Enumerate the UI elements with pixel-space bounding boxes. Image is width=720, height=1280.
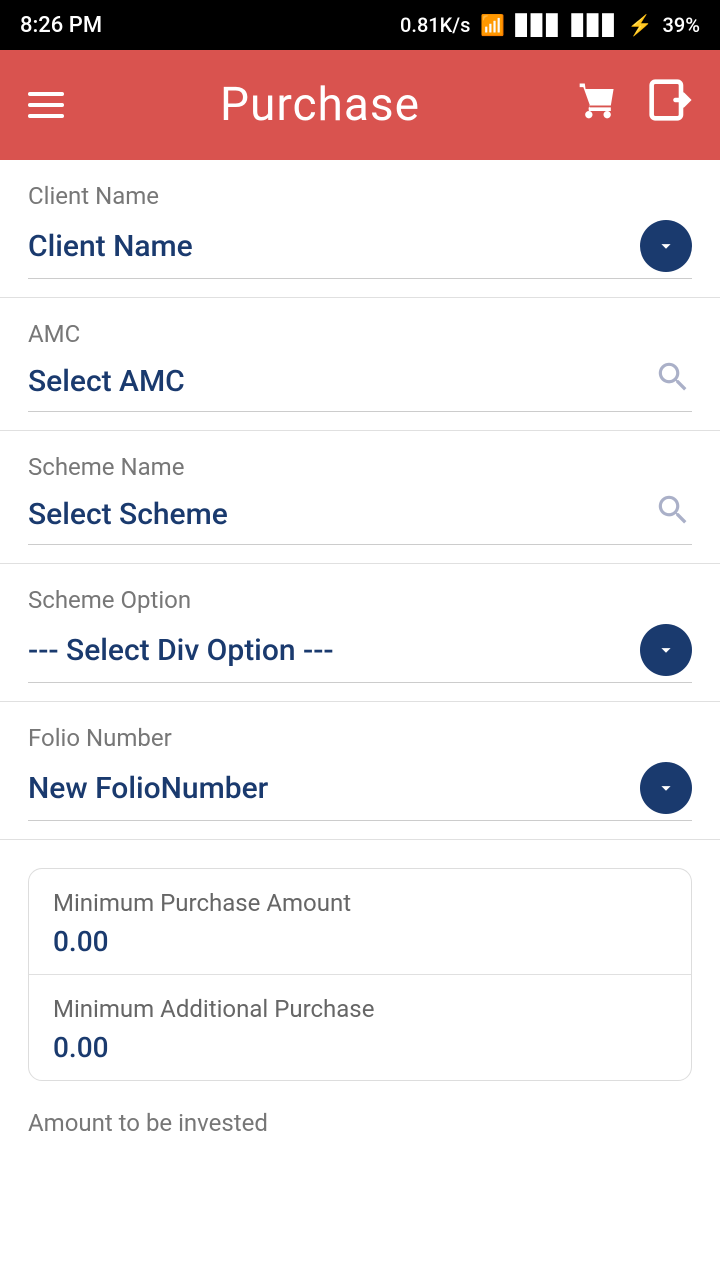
signal-icon-2: ▊▊▊ (571, 13, 617, 37)
scheme-search-button[interactable] (654, 491, 692, 538)
min-purchase-label: Minimum Purchase Amount (53, 889, 667, 917)
amc-section: AMC Select AMC (0, 298, 720, 431)
scheme-option-section: Scheme Option --- Select Div Option --- (0, 564, 720, 702)
cart-icon (576, 78, 620, 122)
amount-section: Amount to be invested (0, 1081, 720, 1147)
client-name-dropdown[interactable] (640, 220, 692, 272)
chevron-down-icon-3 (655, 777, 677, 799)
scheme-name-row: Select Scheme (28, 491, 692, 545)
min-purchase-row: Minimum Purchase Amount 0.00 (29, 869, 691, 974)
amc-placeholder[interactable]: Select AMC (28, 364, 185, 399)
time-display: 8:26 PM (20, 13, 102, 38)
purchase-info-card: Minimum Purchase Amount 0.00 Minimum Add… (28, 868, 692, 1081)
amc-search-button[interactable] (654, 358, 692, 405)
min-additional-value: 0.00 (53, 1031, 667, 1064)
client-name-label: Client Name (28, 182, 692, 210)
folio-number-dropdown[interactable] (640, 762, 692, 814)
chevron-down-icon-2 (655, 639, 677, 661)
scheme-name-section: Scheme Name Select Scheme (0, 431, 720, 564)
wifi-icon: 📶 (480, 13, 505, 37)
folio-number-label: Folio Number (28, 724, 692, 752)
search-icon (654, 358, 692, 396)
client-name-row: Client Name (28, 220, 692, 279)
app-bar: Purchase (0, 50, 720, 160)
cart-button[interactable] (576, 78, 620, 132)
client-name-value: Client Name (28, 229, 193, 264)
logout-button[interactable] (648, 78, 692, 132)
app-bar-actions (576, 78, 692, 132)
scheme-name-label: Scheme Name (28, 453, 692, 481)
scheme-option-row: --- Select Div Option --- (28, 624, 692, 683)
folio-number-row: New FolioNumber (28, 762, 692, 821)
logout-icon (648, 78, 692, 122)
form-content: Client Name Client Name AMC Select AMC S… (0, 160, 720, 1280)
page-title: Purchase (220, 78, 420, 132)
hamburger-line-1 (28, 92, 64, 96)
charging-icon: ⚡ (628, 13, 653, 37)
amc-row: Select AMC (28, 358, 692, 412)
folio-number-section: Folio Number New FolioNumber (0, 702, 720, 840)
scheme-option-label: Scheme Option (28, 586, 692, 614)
hamburger-line-3 (28, 114, 64, 118)
amc-label: AMC (28, 320, 692, 348)
signal-icon: ▊▊▊ (515, 13, 561, 37)
status-bar: 8:26 PM 0.81K/s 📶 ▊▊▊ ▊▊▊ ⚡ 39% (0, 0, 720, 50)
min-additional-label: Minimum Additional Purchase (53, 995, 667, 1023)
folio-number-value: New FolioNumber (28, 771, 268, 806)
network-speed: 0.81K/s (400, 13, 470, 37)
status-icons: 0.81K/s 📶 ▊▊▊ ▊▊▊ ⚡ 39% (400, 13, 700, 37)
client-name-section: Client Name Client Name (0, 160, 720, 298)
chevron-down-icon (655, 235, 677, 257)
hamburger-line-2 (28, 103, 64, 107)
menu-button[interactable] (28, 92, 64, 118)
search-icon-2 (654, 491, 692, 529)
scheme-option-dropdown[interactable] (640, 624, 692, 676)
amount-label: Amount to be invested (28, 1109, 692, 1137)
scheme-name-placeholder[interactable]: Select Scheme (28, 497, 228, 532)
min-additional-row: Minimum Additional Purchase 0.00 (29, 974, 691, 1080)
battery-level: 39% (663, 13, 700, 37)
min-purchase-value: 0.00 (53, 925, 667, 958)
scheme-option-value: --- Select Div Option --- (28, 633, 334, 668)
